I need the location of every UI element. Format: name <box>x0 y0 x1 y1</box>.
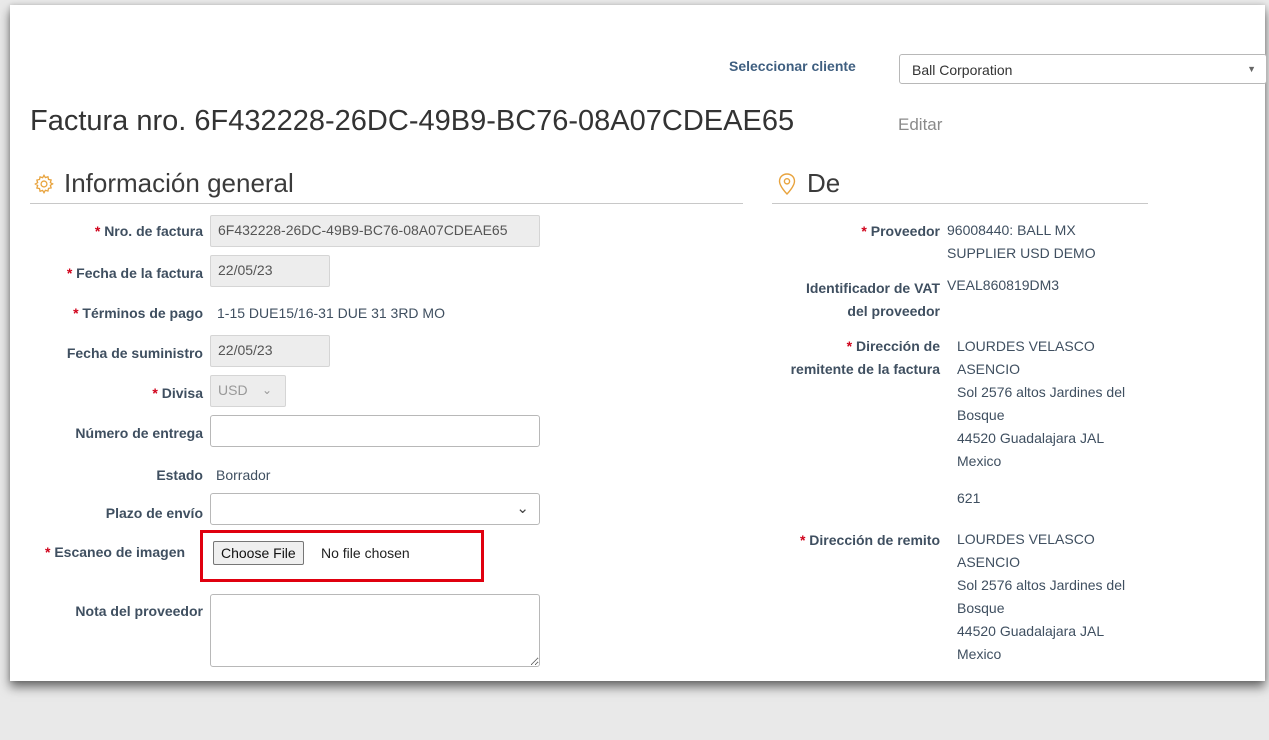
remit-address-value: LOURDES VELASCO ASENCIO Sol 2576 altos J… <box>957 338 1126 469</box>
supply-date-label: Fecha de suministro <box>66 345 203 361</box>
chevron-down-icon: ⌄ <box>516 500 529 517</box>
currency-value: USD <box>218 382 248 398</box>
page-title: Factura nro. 6F432228-26DC-49B9-BC76-08A… <box>30 105 795 137</box>
invoice-panel: Seleccionar cliente Ball Corporation ▼ F… <box>10 5 1267 681</box>
delivery-number-input[interactable] <box>210 415 540 447</box>
invoice-number-field: 6F432228-26DC-49B9-BC76-08A07CDEAE65 <box>210 215 540 247</box>
payment-terms-value: 1-15 DUE15/16-31 DUE 31 3RD MO <box>217 305 445 321</box>
status-label: Estado <box>156 467 203 483</box>
shipping-term-select[interactable]: ⌄ <box>210 493 540 525</box>
customer-select-label: Seleccionar cliente <box>729 58 856 74</box>
shipping-term-label: Plazo de envío <box>105 505 203 521</box>
delivery-number-label: Número de entrega <box>75 425 203 441</box>
invoice-date-field: 22/05/23 <box>210 255 330 287</box>
supplier-label: * Proveedor <box>861 223 940 239</box>
image-scan-label: * Escaneo de imagen <box>45 544 186 560</box>
section-title-general: Información general <box>64 168 294 198</box>
section-divider <box>30 203 743 204</box>
invoice-number-label: * Nro. de factura <box>94 223 203 239</box>
ship-address-value: LOURDES VELASCO ASENCIO Sol 2576 altos J… <box>957 531 1126 662</box>
chevron-down-icon: ▼ <box>1247 64 1256 74</box>
gear-icon <box>33 173 55 195</box>
edit-link[interactable]: Editar <box>898 115 942 135</box>
supply-date-field: 22/05/23 <box>210 335 330 367</box>
map-pin-icon <box>777 172 797 196</box>
supplier-note-label: Nota del proveedor <box>75 603 203 619</box>
supplier-value: 96008440: BALL MX SUPPLIER USD DEMO <box>947 222 1096 261</box>
remit-address-label: * Dirección de remitente de la factura <box>790 338 940 377</box>
no-file-text: No file chosen <box>321 545 410 561</box>
vat-label: Identificador de VAT del proveedor <box>805 280 940 319</box>
status-value: Borrador <box>216 467 271 483</box>
currency-select: USD ⌄ <box>210 375 286 407</box>
customer-select-value: Ball Corporation <box>912 62 1013 78</box>
currency-label: * Divisa <box>152 385 203 401</box>
section-divider <box>772 203 1148 204</box>
choose-file-button[interactable]: Choose File <box>213 541 304 565</box>
invoice-date-label: * Fecha de la factura <box>66 265 203 281</box>
customer-select[interactable]: Ball Corporation ▼ <box>899 54 1267 84</box>
chevron-down-icon: ⌄ <box>262 383 273 397</box>
remit-extra-value: 621 <box>957 490 981 506</box>
section-title-from: De <box>807 168 841 198</box>
vat-value: VEAL860819DM3 <box>947 277 1060 293</box>
payment-terms-label: * Términos de pago <box>73 305 203 321</box>
ship-address-label: * Dirección de remito <box>799 532 940 548</box>
supplier-note-textarea[interactable] <box>210 594 540 667</box>
